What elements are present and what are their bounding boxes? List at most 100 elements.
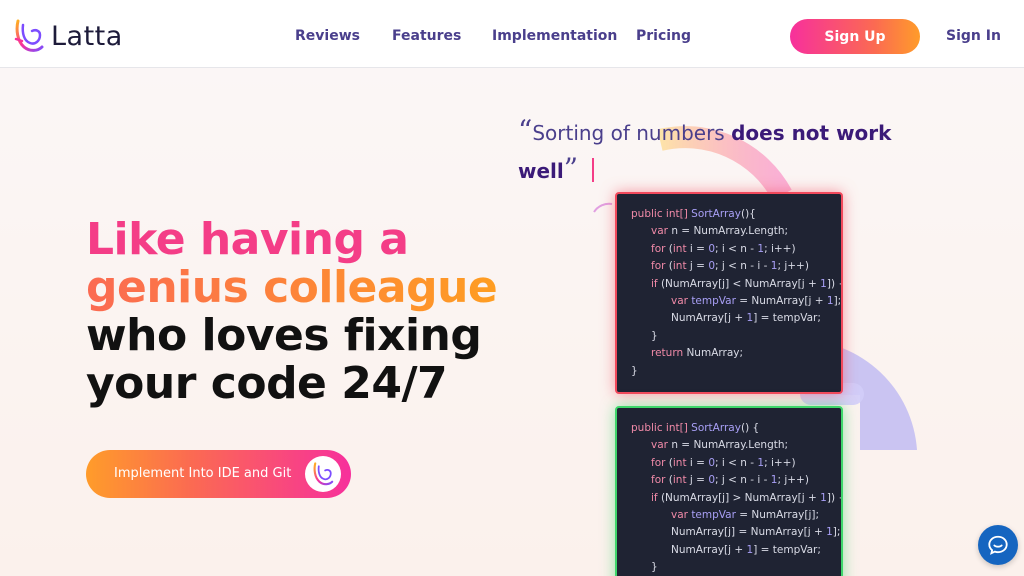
hero-headline: Like having a genius colleague who loves… [86,216,526,408]
code-token: int [672,456,690,469]
code-line: for (int j = 0; j < n - i - 1; j++) [631,472,841,489]
code-token: ]) { [826,277,841,290]
code-token: NumArray[j] = NumArray[j + [671,526,827,539]
code-token: for [651,260,669,273]
brand-logo[interactable]: Latta [14,19,123,53]
code-line: for (int j = 0; j < n - i - 1; j++) [631,258,841,275]
nav-link-features[interactable]: Features [392,28,461,44]
code-token: if [651,277,661,290]
site-header: Latta Reviews Features Implementation Pr… [0,0,1024,68]
sign-up-button[interactable]: Sign Up [790,19,920,54]
code-token: tempVar [691,294,736,307]
code-token: j = [689,474,709,487]
chat-widget-button[interactable] [978,525,1018,565]
brand-name: Latta [51,20,123,52]
code-token: public int[] [631,208,692,220]
fixed-code-card: public int[] SortArray() {var n = NumArr… [615,406,843,576]
code-token: NumArray; [686,347,744,360]
code-token: ]; [832,526,841,539]
code-token: var [671,508,692,521]
code-token: n = NumArray.Length; [671,225,789,238]
code-token: 1 [826,526,833,539]
latta-logo-icon [305,456,341,492]
code-token: int [672,242,690,255]
code-token: = NumArray[j]; [735,508,820,521]
code-token: var [651,439,672,452]
code-line: for (int i = 0; i < n - 1; i++) [631,241,841,258]
code-line: } [631,559,841,576]
code-token: i = [689,242,709,255]
code-token: ; i < n - [715,242,758,255]
code-line: NumArray[j + 1] = tempVar; [631,542,841,559]
quote-text: Sorting of numbers [532,121,732,145]
code-token: (NumArray[j] < NumArray[j + [660,277,821,290]
code-token: j = [689,260,709,273]
code-line: var n = NumArray.Length; [631,223,841,240]
code-token: if [651,491,661,504]
sign-in-link[interactable]: Sign In [946,28,1001,44]
code-token: 0 [708,242,715,255]
code-line: } [631,328,841,345]
hero-line-3: who loves fixing [86,310,482,361]
code-token: () { [740,422,760,434]
nav-link-reviews[interactable]: Reviews [295,28,360,44]
code-token: SortArray [691,208,741,220]
code-token: = NumArray[j + [735,294,827,307]
code-token: 0 [708,456,715,469]
typing-cursor [592,158,595,182]
code-token: var [651,225,672,238]
code-token: 0 [708,474,715,487]
chat-bubble-icon [988,535,1008,555]
code-token: n = NumArray.Length; [671,439,789,452]
code-token: ] = tempVar; [753,312,821,325]
code-token: 1 [820,277,827,290]
code-token: } [631,364,638,377]
code-line: public int[] SortArray() { [631,420,841,437]
code-line: if (NumArray[j] < NumArray[j + 1]) { [631,276,841,293]
code-line: public int[] SortArray(){ [631,206,841,223]
code-token: ; j++) [777,260,809,273]
code-token: 0 [708,260,715,273]
code-token: ; i++) [764,242,796,255]
code-token: ]; [833,294,842,307]
code-token: 1 [826,294,834,307]
code-token: int [672,260,690,273]
code-token: return [651,347,687,360]
code-token: var [671,294,692,307]
code-line: var n = NumArray.Length; [631,437,841,454]
code-token: i = [689,456,709,469]
code-token: } [651,561,658,574]
code-token: ; j < n - i - [715,474,771,487]
implement-ide-git-button[interactable]: Implement Into IDE and Git [86,450,351,498]
open-quote-mark: “ [518,114,533,147]
code-line: var tempVar = NumArray[j]; [631,507,841,524]
code-token: ; j++) [777,474,809,487]
code-token: ]) { [826,491,841,504]
cta-label: Implement Into IDE and Git [114,466,292,481]
nav-link-pricing[interactable]: Pricing [636,28,691,44]
latta-logo-icon [14,19,44,52]
code-line: NumArray[j] = NumArray[j + 1]; [631,524,841,541]
code-token: for [651,474,669,487]
bug-report-quote: “Sorting of numbers does not work well” [518,113,908,189]
hero-line-2: genius colleague [86,264,526,312]
hero-line-1: Like having a [86,214,409,265]
buggy-code-card: public int[] SortArray(){var n = NumArra… [615,192,843,394]
code-token: ] = tempVar; [753,543,821,556]
code-token: tempVar [691,508,736,521]
code-line: for (int i = 0; i < n - 1; i++) [631,455,841,472]
code-line: var tempVar = NumArray[j + 1]; [631,293,841,310]
code-token: (NumArray[j] > NumArray[j + [660,491,821,504]
hero-line-4: your code 24/7 [86,358,448,409]
code-token: SortArray [691,422,741,434]
quote-bold-text-2: well [518,159,564,183]
code-token: public int[] [631,422,692,434]
code-token: (){ [740,208,756,220]
code-token: for [651,456,669,469]
code-token: } [651,329,658,342]
code-token: ; j < n - i - [715,260,771,273]
code-token: 1 [820,491,827,504]
code-line: NumArray[j + 1] = tempVar; [631,310,841,327]
nav-link-implementation[interactable]: Implementation [492,28,617,44]
close-quote-mark: ” [563,152,579,185]
